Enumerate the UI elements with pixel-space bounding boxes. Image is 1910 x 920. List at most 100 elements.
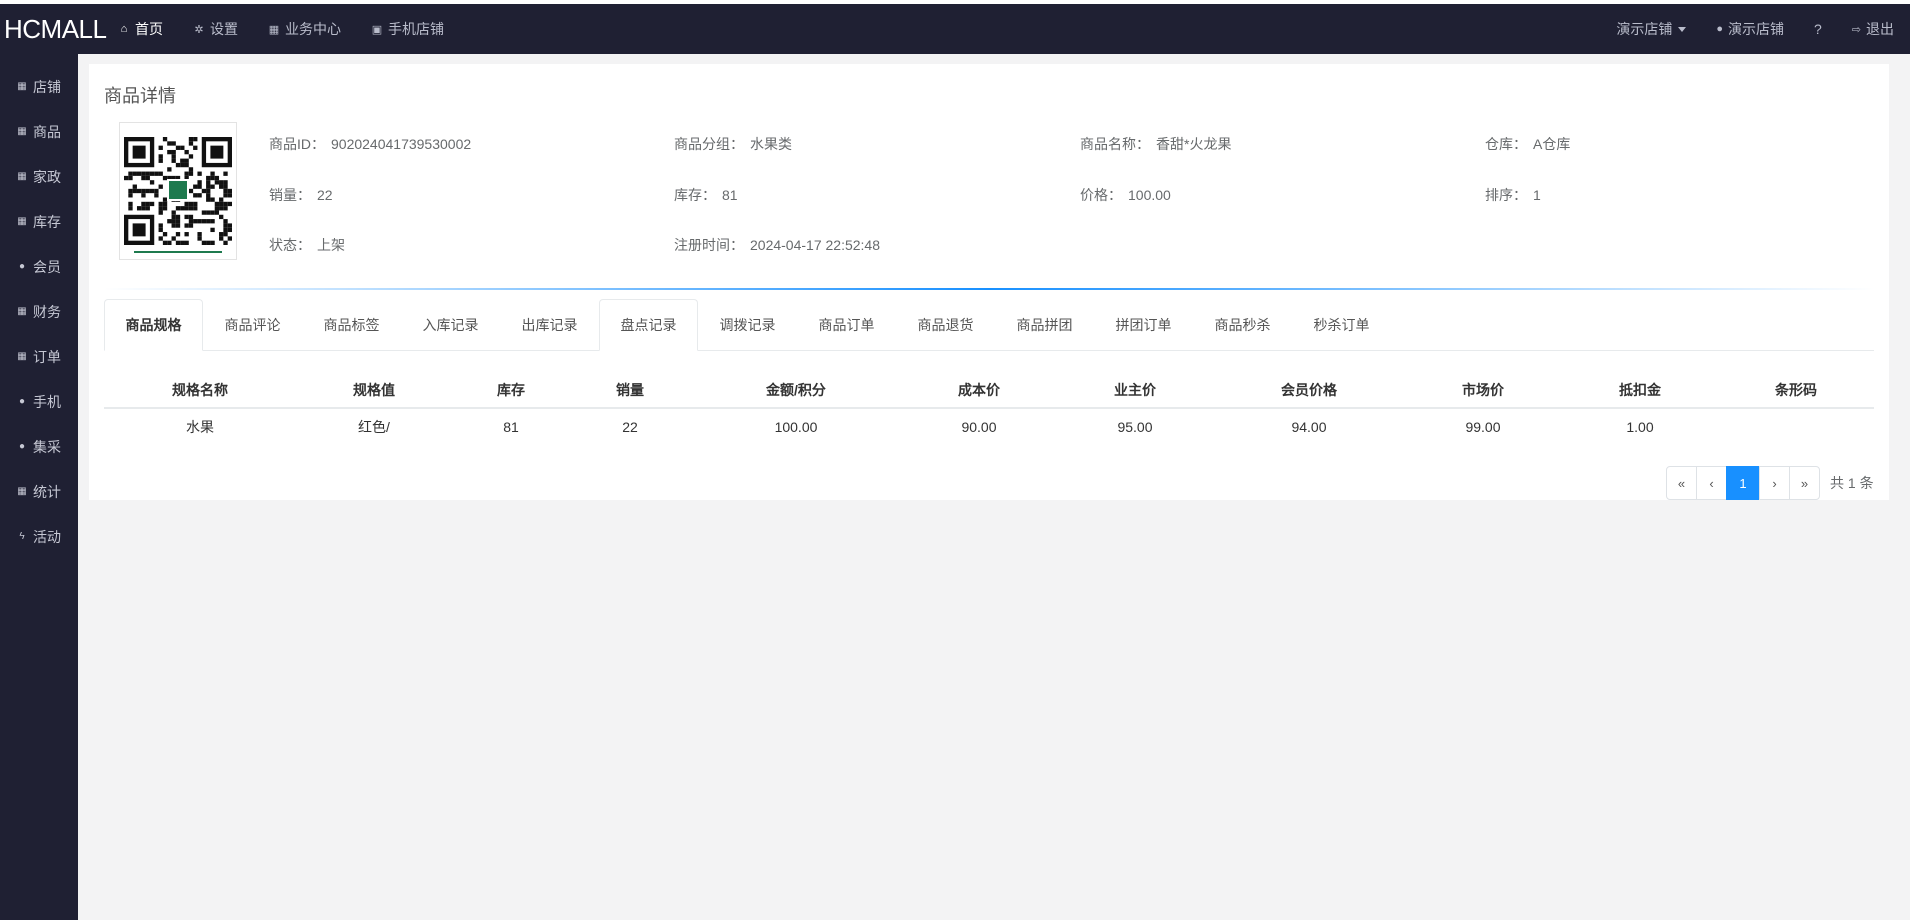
table-header-row: 规格名称 规格值 库存 销量 金额/积分 成本价 业主价 会员价格 市场价 抵扣… <box>104 372 1874 409</box>
globe-icon: ● <box>18 396 26 407</box>
table-cell: 水果 <box>186 418 214 435</box>
nav-business-center-label: 业务中心 <box>285 21 341 37</box>
nav-settings[interactable]: ✲ 设置 <box>193 19 238 39</box>
specs-table: 规格名称 规格值 库存 销量 金额/积分 成本价 业主价 会员价格 市场价 抵扣… <box>104 372 1874 444</box>
column-header[interactable]: 业主价 <box>1056 372 1214 409</box>
tab-inbound-records[interactable]: 入库记录 <box>401 299 500 351</box>
grid-icon: ▦ <box>17 216 27 227</box>
main-content: 商品详情 商品ID： 902024041739530002 商品分组： 水果类 商品… <box>78 54 1910 920</box>
info-product-id: 商品ID： 902024041739530002 <box>269 136 472 152</box>
bolt-icon: ϟ <box>19 531 25 542</box>
globe-icon: ● <box>18 261 26 272</box>
product-detail-panel: 商品详情 商品ID： 902024041739530002 商品分组： 水果类 商品… <box>89 64 1889 500</box>
nav-home[interactable]: ⌂ 首页 <box>118 19 163 39</box>
tab-specs[interactable]: 商品规格 <box>104 299 203 351</box>
table-cell: 22 <box>622 418 638 435</box>
column-header[interactable]: 成本价 <box>902 372 1056 409</box>
info-stock: 库存： 81 <box>674 187 738 203</box>
info-status: 状态： 上架 <box>269 237 345 253</box>
tab-transfer-records[interactable]: 调拨记录 <box>698 299 797 351</box>
table-cell: 红色/ <box>358 418 390 435</box>
tab-flash-sale-orders[interactable]: 秒杀订单 <box>1292 299 1391 351</box>
logout-button[interactable]: ⇨ 退出 <box>1852 19 1894 39</box>
column-header[interactable]: 规格值 <box>296 372 452 409</box>
column-header[interactable]: 规格名称 <box>104 372 296 409</box>
page-prev-button[interactable]: ‹ <box>1696 466 1727 500</box>
column-header[interactable]: 金额/积分 <box>690 372 902 409</box>
table-row[interactable]: 水果 红色/ 81 22 100.00 90.00 95.00 94.00 99… <box>104 408 1874 444</box>
grid-icon: ▦ <box>17 351 27 362</box>
tab-stocktake-records[interactable]: 盘点记录 <box>599 299 698 351</box>
sidebar-item-label: 财务 <box>33 303 61 320</box>
page-first-button[interactable]: « <box>1666 466 1697 500</box>
user-menu[interactable]: ● 演示店铺 <box>1716 19 1784 39</box>
column-header[interactable]: 抵扣金 <box>1562 372 1718 409</box>
brand-logo[interactable]: HCMALL <box>0 14 118 45</box>
grid-icon: ▦ <box>17 171 27 182</box>
sidebar-item-label: 会员 <box>33 258 61 275</box>
table-cell: 81 <box>503 418 519 435</box>
tab-product-returns[interactable]: 商品退货 <box>896 299 995 351</box>
grid-icon: ▦ <box>17 126 27 137</box>
nav-mobile-store-label: 手机店铺 <box>388 21 444 37</box>
store-dropdown-label: 演示店铺 <box>1616 21 1673 37</box>
sign-out-icon: ⇨ <box>1851 23 1861 36</box>
grid-icon: ▦ <box>17 486 27 497</box>
column-header[interactable]: 库存 <box>452 372 570 409</box>
store-dropdown[interactable]: 演示店铺 <box>1616 19 1687 39</box>
nav-mobile-store[interactable]: ▣ 手机店铺 <box>371 19 444 39</box>
nav-settings-label: 设置 <box>210 21 238 37</box>
product-tabs: 商品规格 商品评论 商品标签 入库记录 出库记录 盘点记录 调拨记录 商品订单 … <box>104 299 1874 351</box>
grid-icon: ▦ <box>17 81 27 92</box>
gradient-divider <box>104 288 1874 290</box>
sidebar-item-inventory[interactable]: ▦ 库存 <box>0 199 78 244</box>
tab-product-orders[interactable]: 商品订单 <box>797 299 896 351</box>
sidebar-item-statistics[interactable]: ▦ 统计 <box>0 469 78 514</box>
info-price: 价格： 100.00 <box>1080 187 1171 203</box>
table-cell: 94.00 <box>1291 418 1327 435</box>
sidebar-item-label: 库存 <box>33 213 61 230</box>
sidebar-item-procurement[interactable]: ● 集采 <box>0 424 78 469</box>
sidebar-item-label: 集采 <box>33 438 61 455</box>
table-cell: 95.00 <box>1117 418 1153 435</box>
sidebar-item-finance[interactable]: ▦ 财务 <box>0 289 78 334</box>
qrcode-icon: ▣ <box>371 23 383 36</box>
page-next-button[interactable]: › <box>1759 466 1790 500</box>
top-navbar: HCMALL ⌂ 首页 ✲ 设置 ▦ 业务中心 ▣ 手机店铺 演示店铺 ● 演示… <box>0 4 1910 54</box>
column-header[interactable]: 条形码 <box>1718 372 1874 409</box>
home-icon: ⌂ <box>120 23 128 35</box>
tab-flash-sale[interactable]: 商品秒杀 <box>1193 299 1292 351</box>
sidebar-item-label: 订单 <box>33 348 61 365</box>
info-group: 商品分组： 水果类 <box>674 136 792 152</box>
caret-down-icon <box>1678 26 1687 32</box>
sidebar-item-label: 店铺 <box>33 78 61 95</box>
column-header[interactable]: 会员价格 <box>1214 372 1404 409</box>
tab-reviews[interactable]: 商品评论 <box>203 299 302 351</box>
table-cell: 99.00 <box>1465 418 1501 435</box>
table-cell: 90.00 <box>961 418 997 435</box>
table-cell: 1.00 <box>1626 418 1654 435</box>
sidebar-item-goods[interactable]: ▦ 商品 <box>0 109 78 154</box>
sidebar-item-store[interactable]: ▦ 店铺 <box>0 64 78 109</box>
page-title: 商品详情 <box>104 86 176 106</box>
tab-group-buy[interactable]: 商品拼团 <box>995 299 1094 351</box>
top-right-menu: 演示店铺 ● 演示店铺 ? ⇨ 退出 <box>1586 4 1910 54</box>
page-number-button[interactable]: 1 <box>1726 466 1760 500</box>
tab-outbound-records[interactable]: 出库记录 <box>500 299 599 351</box>
nav-home-label: 首页 <box>135 21 163 37</box>
page-last-button[interactable]: » <box>1789 466 1820 500</box>
top-nav: ⌂ 首页 ✲ 设置 ▦ 业务中心 ▣ 手机店铺 <box>118 4 474 54</box>
column-header[interactable]: 市场价 <box>1404 372 1562 409</box>
sidebar-item-activities[interactable]: ϟ 活动 <box>0 514 78 559</box>
sidebar-item-mobile[interactable]: ● 手机 <box>0 379 78 424</box>
column-header[interactable]: 销量 <box>570 372 690 409</box>
calculator-icon: ▦ <box>268 23 280 36</box>
tab-group-buy-orders[interactable]: 拼团订单 <box>1094 299 1193 351</box>
tab-tags[interactable]: 商品标签 <box>302 299 401 351</box>
sidebar-item-housekeeping[interactable]: ▦ 家政 <box>0 154 78 199</box>
sidebar-item-orders[interactable]: ▦ 订单 <box>0 334 78 379</box>
sidebar-item-members[interactable]: ● 会员 <box>0 244 78 289</box>
info-sort: 排序： 1 <box>1485 187 1541 203</box>
nav-business-center[interactable]: ▦ 业务中心 <box>268 19 341 39</box>
help-button[interactable]: ? <box>1814 21 1822 37</box>
